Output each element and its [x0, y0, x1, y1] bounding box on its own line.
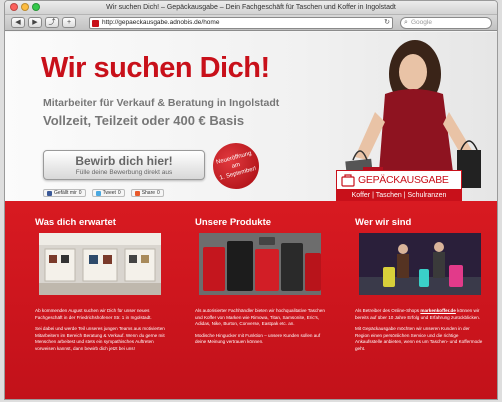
column-about: Wer wir sind Als Betreiber des Online-Sh… [355, 217, 485, 358]
twitter-icon [95, 190, 101, 196]
url-text: http://gepaeckausgabe.adnobis.de/home [102, 19, 220, 26]
title-bar: Wir suchen Dich! – Gepäckausgabe – Dein … [5, 1, 497, 15]
gepaeckausgabe-logo: GEPÄCKAUSGABE Koffer | Taschen | Schulra… [336, 170, 462, 204]
site-favicon-icon [92, 20, 99, 27]
facebook-like-button[interactable]: Gefällt mir 0 [43, 189, 86, 197]
browser-window: Wir suchen Dich! – Gepäckausgabe – Dein … [4, 0, 498, 400]
column-paragraph-1: Ab kommenden August suchen wir Dich für … [35, 308, 152, 320]
address-bar[interactable]: http://gepaeckausgabe.adnobis.de/home ↻ [89, 17, 393, 29]
hero-employment-types: Vollzeit, Teilzeit oder 400 € Basis [43, 113, 245, 128]
window-title: Wir suchen Dich! – Gepäckausgabe – Dein … [106, 4, 396, 11]
apply-button-subtitle: Fülle deine Bewerbung direkt aus [75, 169, 173, 176]
logo-wordmark: GEPÄCKAUSGABE [358, 174, 449, 186]
forward-button[interactable]: ▶ [28, 17, 42, 28]
column-paragraph-2: Mit Gepäckausgabe möchten wir unseren Ku… [355, 326, 483, 351]
share-icon [134, 190, 140, 196]
column-paragraph-1: Als autorisierter Fachhändler bieten wir… [195, 308, 325, 327]
add-bookmark-button[interactable]: + [62, 17, 76, 28]
reload-icon[interactable]: ↻ [384, 18, 390, 28]
apply-button-title: Bewirb dich hier! [75, 154, 173, 168]
column-title: Was dich erwartet [35, 217, 116, 228]
zoom-window-button[interactable] [32, 3, 40, 11]
facebook-icon [47, 190, 52, 196]
markenkoffer-link[interactable]: markenkoffer.de [420, 308, 456, 313]
share-button[interactable]: ⤴ [45, 17, 59, 28]
tweet-count: 0 [117, 190, 121, 196]
search-field[interactable]: ⌕ Google [400, 17, 492, 29]
tweet-label: Tweet [102, 190, 116, 196]
social-buttons: Gefällt mir 0 Tweet 0 Share 0 [43, 189, 164, 197]
column-paragraph-2: Modische Hingucker mit Funktion – unsere… [195, 332, 321, 345]
column-products: Unsere Produkte Als autorisierter Fachhä… [195, 217, 325, 351]
search-placeholder: Google [411, 19, 432, 26]
travelers-image [359, 233, 481, 295]
browser-toolbar: ◀ ▶ ⤴ + http://gepaeckausgabe.adnobis.de… [5, 15, 497, 31]
back-button[interactable]: ◀ [11, 17, 25, 28]
column-paragraph-1: Als Betreiber des Online-Shops markenkof… [355, 308, 485, 321]
like-count: 0 [78, 190, 82, 196]
search-icon: ⌕ [404, 19, 408, 26]
hero-headline: Wir suchen Dich! [41, 52, 270, 84]
luggage-collection-image [199, 233, 321, 295]
column-title: Wer wir sind [355, 217, 412, 228]
hero-section: Wir suchen Dich! Mitarbeiter für Verkauf… [5, 32, 497, 204]
column-paragraph-2: Sei dabei und werde Teil unseres jungen … [35, 326, 165, 351]
like-label: Gefällt mir [54, 190, 77, 196]
minimize-window-button[interactable] [21, 3, 29, 11]
share-social-button[interactable]: Share 0 [130, 189, 164, 197]
share-label: Share [141, 190, 156, 196]
paragraph-text: Als Betreiber des Online-Shops [355, 308, 421, 313]
web-page: Wir suchen Dich! Mitarbeiter für Verkauf… [5, 32, 497, 399]
store-interior-image [39, 233, 161, 295]
column-expectations: Was dich erwartet Ab kommenden August su… [35, 217, 165, 358]
suitcase-logo-icon [341, 174, 355, 187]
share-count: 0 [157, 190, 160, 196]
opening-badge: Neueröffnung am 1. September! [207, 137, 265, 195]
close-window-button[interactable] [10, 3, 18, 11]
apply-button[interactable]: Bewirb dich hier! Fülle deine Bewerbung … [43, 150, 205, 180]
column-title: Unsere Produkte [195, 217, 272, 228]
hero-subtitle: Mitarbeiter für Verkauf & Beratung in In… [43, 97, 280, 109]
tweet-button[interactable]: Tweet 0 [91, 189, 125, 197]
